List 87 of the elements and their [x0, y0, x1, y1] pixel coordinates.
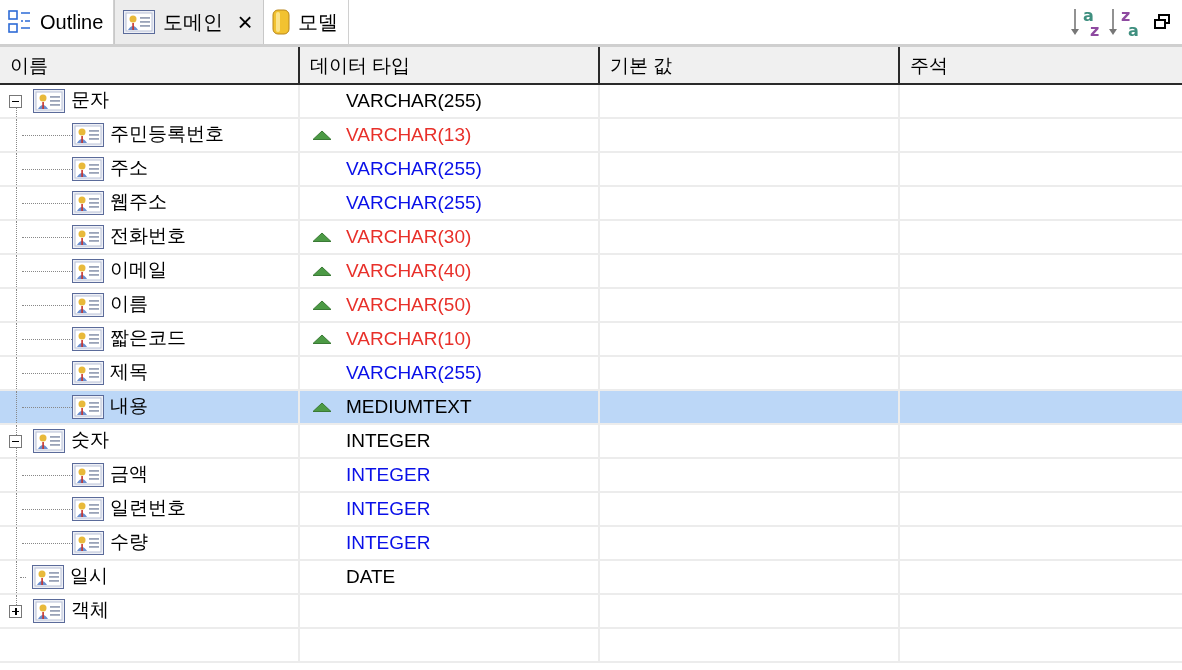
data-type: INTEGER	[346, 430, 431, 452]
expand-toggle[interactable]	[9, 604, 22, 618]
id-card-icon	[72, 531, 104, 555]
id-card-icon	[72, 463, 104, 487]
tree-row[interactable]: 이름	[0, 289, 298, 321]
tab-label: 도메인	[163, 9, 224, 35]
domain-name: 수량	[110, 530, 148, 554]
cylinder-icon	[271, 8, 290, 36]
id-card-icon	[33, 89, 65, 113]
tree-row[interactable]: 전화번호	[0, 221, 298, 253]
tree-row[interactable]: 수량	[0, 527, 298, 559]
id-card-icon	[72, 395, 104, 419]
domain-name: 일시	[70, 564, 108, 588]
domain-name: 이메일	[110, 258, 167, 282]
id-card-icon	[72, 361, 104, 385]
id-card-icon	[33, 429, 65, 453]
id-card-icon	[72, 191, 104, 215]
domain-name: 제목	[110, 360, 148, 384]
triangle-icon	[312, 130, 332, 140]
data-type: INTEGER	[346, 498, 431, 520]
triangle-icon	[312, 402, 332, 412]
tree-row[interactable]: 웹주소	[0, 187, 298, 219]
domain-name: 주민등록번호	[110, 122, 224, 146]
domain-name: 짧은코드	[110, 326, 186, 350]
data-type: INTEGER	[346, 532, 431, 554]
id-card-icon	[123, 10, 156, 34]
domain-name: 웹주소	[110, 190, 167, 214]
outline-icon	[8, 10, 32, 34]
domain-name: 내용	[110, 394, 148, 418]
data-type: VARCHAR(10)	[346, 328, 472, 350]
restore-window-icon[interactable]	[1154, 14, 1170, 30]
tree-row[interactable]: 주민등록번호	[0, 119, 298, 151]
id-card-icon	[33, 599, 65, 623]
id-card-icon	[72, 259, 104, 283]
domain-name: 주소	[110, 156, 148, 180]
data-type: VARCHAR(40)	[346, 260, 472, 282]
domain-name: 금액	[110, 462, 148, 486]
domain-name: 일련번호	[110, 496, 186, 520]
tree-row[interactable]: 짧은코드	[0, 323, 298, 355]
data-type: INTEGER	[346, 464, 431, 486]
sort-descending-button[interactable]: z a	[1108, 5, 1142, 39]
id-card-icon	[72, 157, 104, 181]
id-card-icon	[32, 565, 64, 589]
tree-row[interactable]: 금액	[0, 459, 298, 491]
data-type: VARCHAR(50)	[346, 294, 472, 316]
domain-name: 객체	[71, 598, 109, 622]
data-type: VARCHAR(13)	[346, 124, 472, 146]
triangle-icon	[312, 300, 332, 310]
column-header[interactable]: 주석	[900, 47, 1182, 83]
tab-label: 모델	[297, 9, 338, 35]
column-header[interactable]: 기본 값	[600, 47, 898, 83]
tab-label: Outline	[40, 10, 104, 34]
domain-name: 숫자	[71, 428, 109, 452]
tree-row[interactable]: 제목	[0, 357, 298, 389]
data-type: VARCHAR(255)	[346, 362, 482, 384]
id-card-icon	[72, 497, 104, 521]
tree-row[interactable]: 문자	[0, 85, 298, 117]
expand-toggle[interactable]	[9, 434, 22, 448]
data-type: VARCHAR(30)	[346, 226, 472, 248]
id-card-icon	[72, 293, 104, 317]
column-header[interactable]: 데이터 타입	[300, 47, 598, 83]
tree-row[interactable]: 주소	[0, 153, 298, 185]
data-type: DATE	[346, 566, 396, 588]
column-header[interactable]: 이름	[0, 47, 298, 83]
id-card-icon	[72, 327, 104, 351]
data-type: VARCHAR(255)	[346, 158, 482, 180]
domain-name: 이름	[110, 292, 148, 316]
tree-row[interactable]: 객체	[0, 595, 298, 627]
id-card-icon	[72, 225, 104, 249]
tree-row[interactable]: 내용	[0, 391, 298, 423]
data-type: VARCHAR(255)	[346, 192, 482, 214]
sort-ascending-button[interactable]: a z	[1070, 5, 1104, 39]
triangle-icon	[312, 266, 332, 276]
tree-row[interactable]: 숫자	[0, 425, 298, 457]
tree-row[interactable]: 일시	[0, 561, 298, 593]
data-type: VARCHAR(255)	[346, 90, 482, 112]
tree-row[interactable]: 일련번호	[0, 493, 298, 525]
domain-name: 문자	[71, 88, 109, 112]
tab[interactable]: 도메인 ×	[114, 0, 264, 44]
tree-row[interactable]: 이메일	[0, 255, 298, 287]
domain-name: 전화번호	[110, 224, 186, 248]
triangle-icon	[312, 334, 332, 344]
expand-toggle[interactable]	[9, 94, 22, 108]
close-button[interactable]: ×	[237, 6, 253, 38]
id-card-icon	[72, 123, 104, 147]
data-type: MEDIUMTEXT	[346, 396, 472, 418]
triangle-icon	[312, 232, 332, 242]
